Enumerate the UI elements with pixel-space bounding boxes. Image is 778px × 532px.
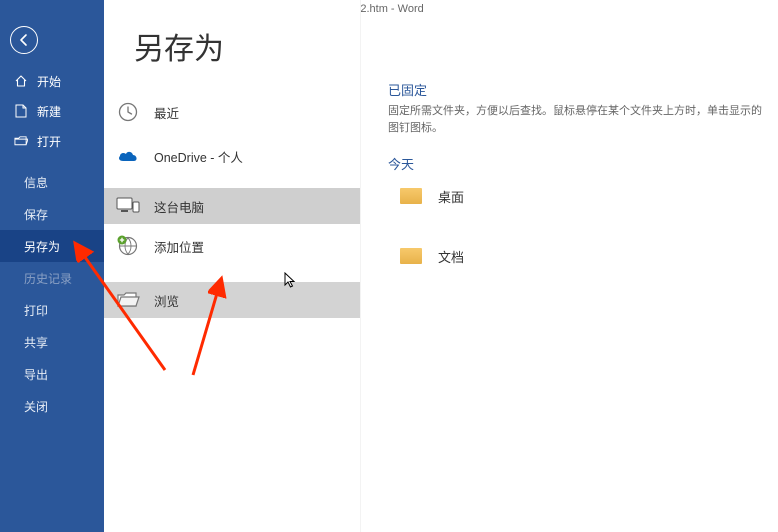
- page-title: 另存为: [104, 0, 360, 68]
- backstage-sidebar: 开始 新建 打开 信息 保存 另存为 历史记录 打印 共享 导出 关闭: [0, 0, 104, 532]
- location-label: 添加位置: [154, 237, 204, 256]
- nav-new[interactable]: 新建: [0, 96, 104, 126]
- nav-label: 开始: [37, 73, 61, 90]
- nav-history: 历史记录: [0, 262, 104, 294]
- add-place-icon: [116, 234, 140, 258]
- nav-export[interactable]: 导出: [0, 358, 104, 390]
- folder-icon: [400, 188, 422, 204]
- clock-icon: [116, 100, 140, 124]
- pinned-description: 固定所需文件夹，方便以后查找。鼠标悬停在某个文件夹上方时，单击显示的图钉图标。: [388, 103, 768, 136]
- folder-label: 文档: [438, 247, 464, 266]
- location-add-place[interactable]: 添加位置: [104, 228, 360, 264]
- folder-icon: [400, 248, 422, 264]
- location-this-pc[interactable]: 这台电脑: [104, 188, 360, 224]
- nav-label: 新建: [37, 103, 61, 120]
- location-label: 浏览: [154, 291, 179, 310]
- location-label: 这台电脑: [154, 197, 204, 216]
- folder-label: 桌面: [438, 187, 464, 206]
- browse-folder-icon: [116, 288, 140, 312]
- onedrive-cloud-icon: [116, 144, 140, 168]
- nav-save[interactable]: 保存: [0, 198, 104, 230]
- nav-share[interactable]: 共享: [0, 326, 104, 358]
- location-recent[interactable]: 最近: [104, 94, 360, 130]
- location-browse[interactable]: 浏览: [104, 282, 360, 318]
- back-arrow-icon: [10, 26, 38, 54]
- open-folder-icon: [14, 134, 28, 148]
- folder-documents[interactable]: 文档: [388, 237, 768, 275]
- nav-info[interactable]: 信息: [0, 166, 104, 198]
- home-icon: [14, 74, 28, 88]
- recent-folders-panel: 已固定 固定所需文件夹，方便以后查找。鼠标悬停在某个文件夹上方时，单击显示的图钉…: [388, 80, 768, 275]
- location-label: OneDrive - 个人: [154, 147, 243, 166]
- nav-label: 打开: [37, 133, 61, 150]
- location-label: 最近: [154, 103, 179, 122]
- location-onedrive[interactable]: OneDrive - 个人: [104, 136, 360, 176]
- nav-print[interactable]: 打印: [0, 294, 104, 326]
- today-heading: 今天: [388, 154, 768, 173]
- thispc-icon: [116, 194, 140, 218]
- nav-home[interactable]: 开始: [0, 66, 104, 96]
- new-doc-icon: [14, 104, 28, 118]
- nav-saveas[interactable]: 另存为: [0, 230, 104, 262]
- mouse-cursor-icon: [284, 272, 296, 288]
- pinned-heading: 已固定: [388, 80, 768, 99]
- back-button[interactable]: [0, 22, 104, 58]
- nav-open[interactable]: 打开: [0, 126, 104, 156]
- saveas-locations-panel: 另存为 最近 OneDrive - 个人 这台电脑: [104, 0, 361, 532]
- folder-desktop[interactable]: 桌面: [388, 177, 768, 215]
- nav-close[interactable]: 关闭: [0, 390, 104, 422]
